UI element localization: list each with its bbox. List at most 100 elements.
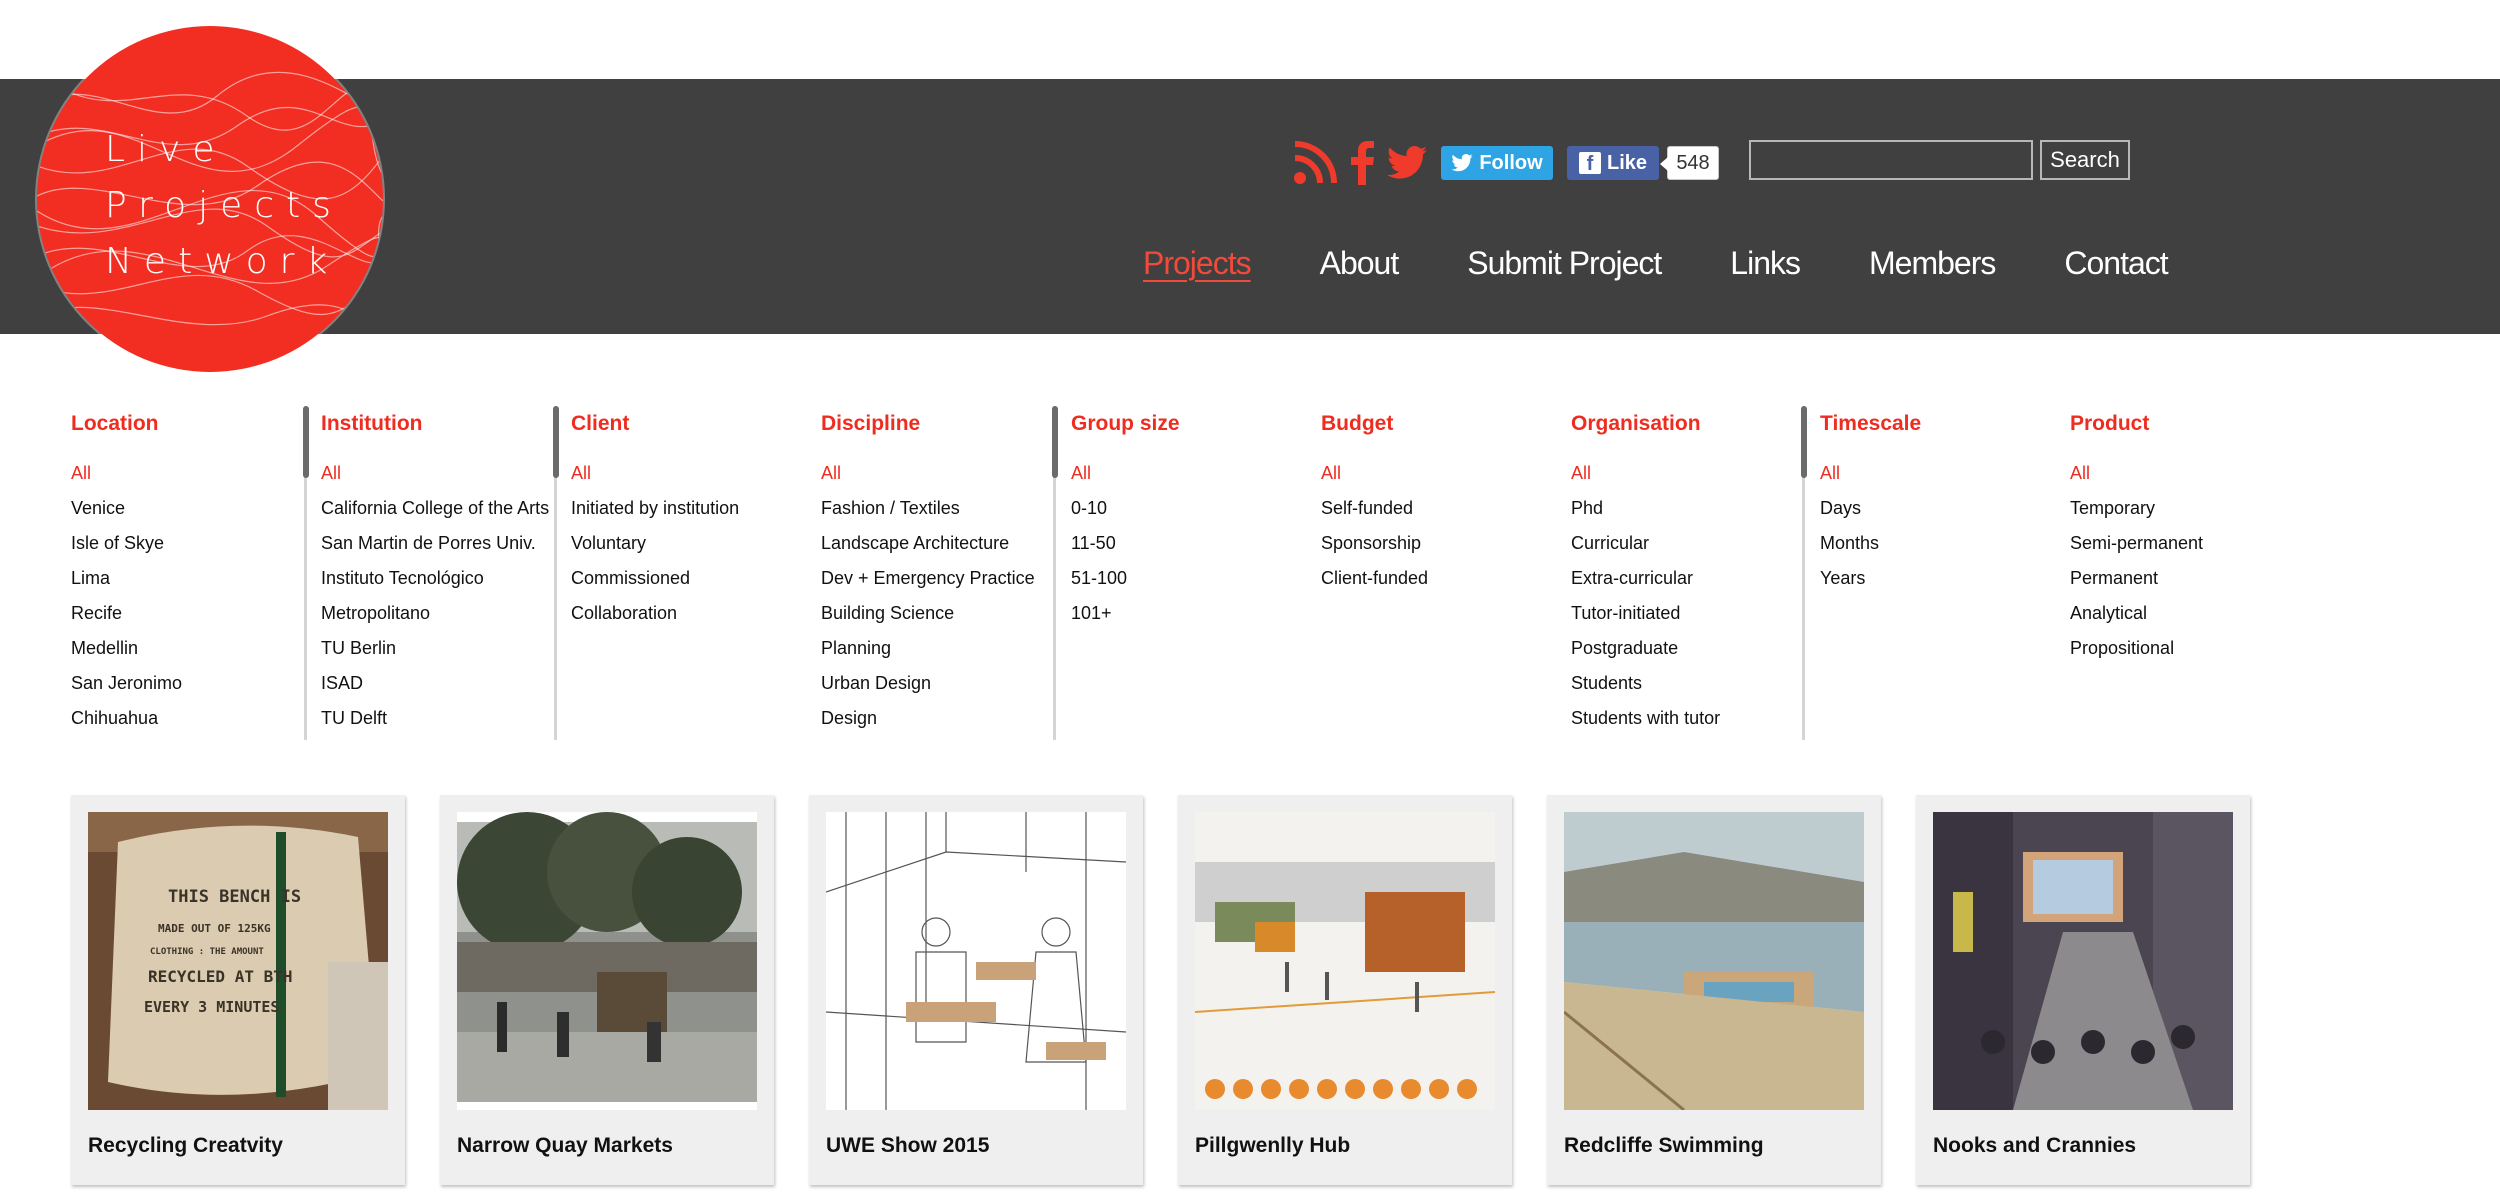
facebook-icon[interactable] (1349, 141, 1375, 185)
filter-option[interactable]: Months (1820, 532, 2060, 567)
filter-option[interactable]: TU Delft (321, 707, 561, 742)
project-title[interactable]: Narrow Quay Markets (457, 1134, 673, 1158)
project-thumbnail[interactable]: THIS BENCH IS MADE OUT OF 125KG CLOTHING… (88, 812, 388, 1110)
filter-option[interactable]: Sponsorship (1321, 532, 1561, 567)
nav-contact[interactable]: Contact (2064, 245, 2168, 285)
scroll-thumb[interactable] (553, 406, 559, 478)
filter-institution: Institution All California College of th… (321, 412, 561, 742)
filter-option[interactable]: Metropolitano (321, 602, 561, 637)
filter-option[interactable]: Semi-permanent (2070, 532, 2310, 567)
project-title[interactable]: Recycling Creatvity (88, 1134, 283, 1158)
filter-option[interactable]: Venice (71, 497, 311, 532)
filter-option[interactable]: Chihuahua (71, 707, 311, 742)
nav-projects[interactable]: Projects (1143, 245, 1252, 285)
filter-option[interactable]: Students (1571, 672, 1811, 707)
scroll-thumb[interactable] (1052, 406, 1058, 478)
filter-option[interactable]: Design (821, 707, 1061, 742)
project-card[interactable]: THIS BENCH IS MADE OUT OF 125KG CLOTHING… (71, 795, 405, 1185)
filter-option[interactable]: All (1571, 462, 1811, 497)
filter-option[interactable]: Propositional (2070, 637, 2310, 672)
rss-icon[interactable] (1293, 141, 1337, 185)
project-title[interactable]: Nooks and Crannies (1933, 1134, 2136, 1158)
filter-option[interactable]: Self-funded (1321, 497, 1561, 532)
search-input[interactable] (1749, 140, 2033, 180)
filter-option[interactable]: Days (1820, 497, 2060, 532)
project-card[interactable]: Narrow Quay Markets (440, 795, 774, 1185)
filter-option[interactable]: Initiated by institution (571, 497, 811, 532)
filter-option[interactable]: Instituto Tecnológico (321, 567, 561, 602)
filter-option[interactable]: ISAD (321, 672, 561, 707)
nav-submit-project[interactable]: Submit Project (1467, 245, 1662, 285)
scrollbar-discipline[interactable] (1052, 406, 1058, 740)
filter-option[interactable]: 101+ (1071, 602, 1311, 637)
filter-option[interactable]: Permanent (2070, 567, 2310, 602)
filter-option[interactable]: 11-50 (1071, 532, 1311, 567)
project-title[interactable]: UWE Show 2015 (826, 1134, 989, 1158)
project-card[interactable]: UWE Show 2015 (809, 795, 1143, 1185)
project-title[interactable]: Pillgwenlly Hub (1195, 1134, 1350, 1158)
filter-option[interactable]: Client-funded (1321, 567, 1561, 602)
filter-option[interactable]: 0-10 (1071, 497, 1311, 532)
filter-option[interactable]: Collaboration (571, 602, 811, 637)
nav-links[interactable]: Links (1730, 245, 1801, 285)
site-logo[interactable]: Live Projects Network (37, 26, 383, 372)
twitter-follow-button[interactable]: Follow (1441, 146, 1553, 180)
filter-option[interactable]: Voluntary (571, 532, 811, 567)
filter-option[interactable]: All (1820, 462, 2060, 497)
filter-option[interactable]: Recife (71, 602, 311, 637)
filter-option[interactable]: Landscape Architecture (821, 532, 1061, 567)
filter-option[interactable]: All (571, 462, 811, 497)
filter-option[interactable]: Temporary (2070, 497, 2310, 532)
filter-option[interactable]: Urban Design (821, 672, 1061, 707)
scroll-thumb[interactable] (1801, 406, 1807, 478)
filter-option[interactable]: Commissioned (571, 567, 811, 602)
filter-option[interactable]: All (1071, 462, 1311, 497)
scrollbar-organisation[interactable] (1801, 406, 1807, 740)
filter-option[interactable]: Building Science (821, 602, 1061, 637)
filter-option[interactable]: San Jeronimo (71, 672, 311, 707)
filter-option[interactable]: Tutor-initiated (1571, 602, 1811, 637)
filter-option[interactable]: Extra-curricular (1571, 567, 1811, 602)
bench-text-3: CLOTHING : THE AMOUNT (150, 947, 264, 957)
filter-option[interactable]: 51-100 (1071, 567, 1311, 602)
project-card[interactable]: Pillgwenlly Hub (1178, 795, 1512, 1185)
nav-about[interactable]: About (1320, 245, 1400, 285)
filter-option[interactable]: San Martin de Porres Univ. (321, 532, 561, 567)
filter-option[interactable]: Dev + Emergency Practice (821, 567, 1061, 602)
filter-option[interactable]: Planning (821, 637, 1061, 672)
filter-option[interactable]: All (71, 462, 311, 497)
project-card[interactable]: Nooks and Crannies (1916, 795, 2250, 1185)
facebook-f-icon: f (1578, 152, 1601, 175)
filter-option[interactable]: Fashion / Textiles (821, 497, 1061, 532)
filter-option[interactable]: Years (1820, 567, 2060, 602)
project-thumbnail[interactable] (457, 812, 757, 1110)
like-label: Like (1606, 151, 1648, 174)
filter-option[interactable]: All (821, 462, 1061, 497)
filter-option[interactable]: Analytical (2070, 602, 2310, 637)
filter-option[interactable]: Lima (71, 567, 311, 602)
project-thumbnail[interactable] (1195, 812, 1495, 1110)
scrollbar-institution[interactable] (553, 406, 559, 740)
search-button[interactable]: Search (2040, 140, 2130, 180)
filter-option[interactable]: Curricular (1571, 532, 1811, 567)
filter-option[interactable]: TU Berlin (321, 637, 561, 672)
scroll-thumb[interactable] (303, 406, 309, 478)
filter-option[interactable]: All (2070, 462, 2310, 497)
project-thumbnail[interactable] (826, 812, 1126, 1110)
filter-option[interactable]: Students with tutor (1571, 707, 1811, 742)
filter-option[interactable]: Isle of Skye (71, 532, 311, 567)
project-thumbnail[interactable] (1933, 812, 2233, 1110)
filter-option[interactable]: All (321, 462, 561, 497)
filter-option[interactable]: Postgraduate (1571, 637, 1811, 672)
filter-option[interactable]: Phd (1571, 497, 1811, 532)
facebook-like-button[interactable]: f Like (1567, 146, 1659, 180)
scrollbar-location[interactable] (303, 406, 309, 740)
project-title[interactable]: Redcliffe Swimming (1564, 1134, 1764, 1158)
filter-option[interactable]: Medellin (71, 637, 311, 672)
project-card[interactable]: Redcliffe Swimming (1547, 795, 1881, 1185)
twitter-icon[interactable] (1387, 146, 1427, 180)
nav-members[interactable]: Members (1869, 245, 1996, 285)
filter-option[interactable]: All (1321, 462, 1561, 497)
project-thumbnail[interactable] (1564, 812, 1864, 1110)
filter-option[interactable]: California College of the Arts (321, 497, 561, 532)
